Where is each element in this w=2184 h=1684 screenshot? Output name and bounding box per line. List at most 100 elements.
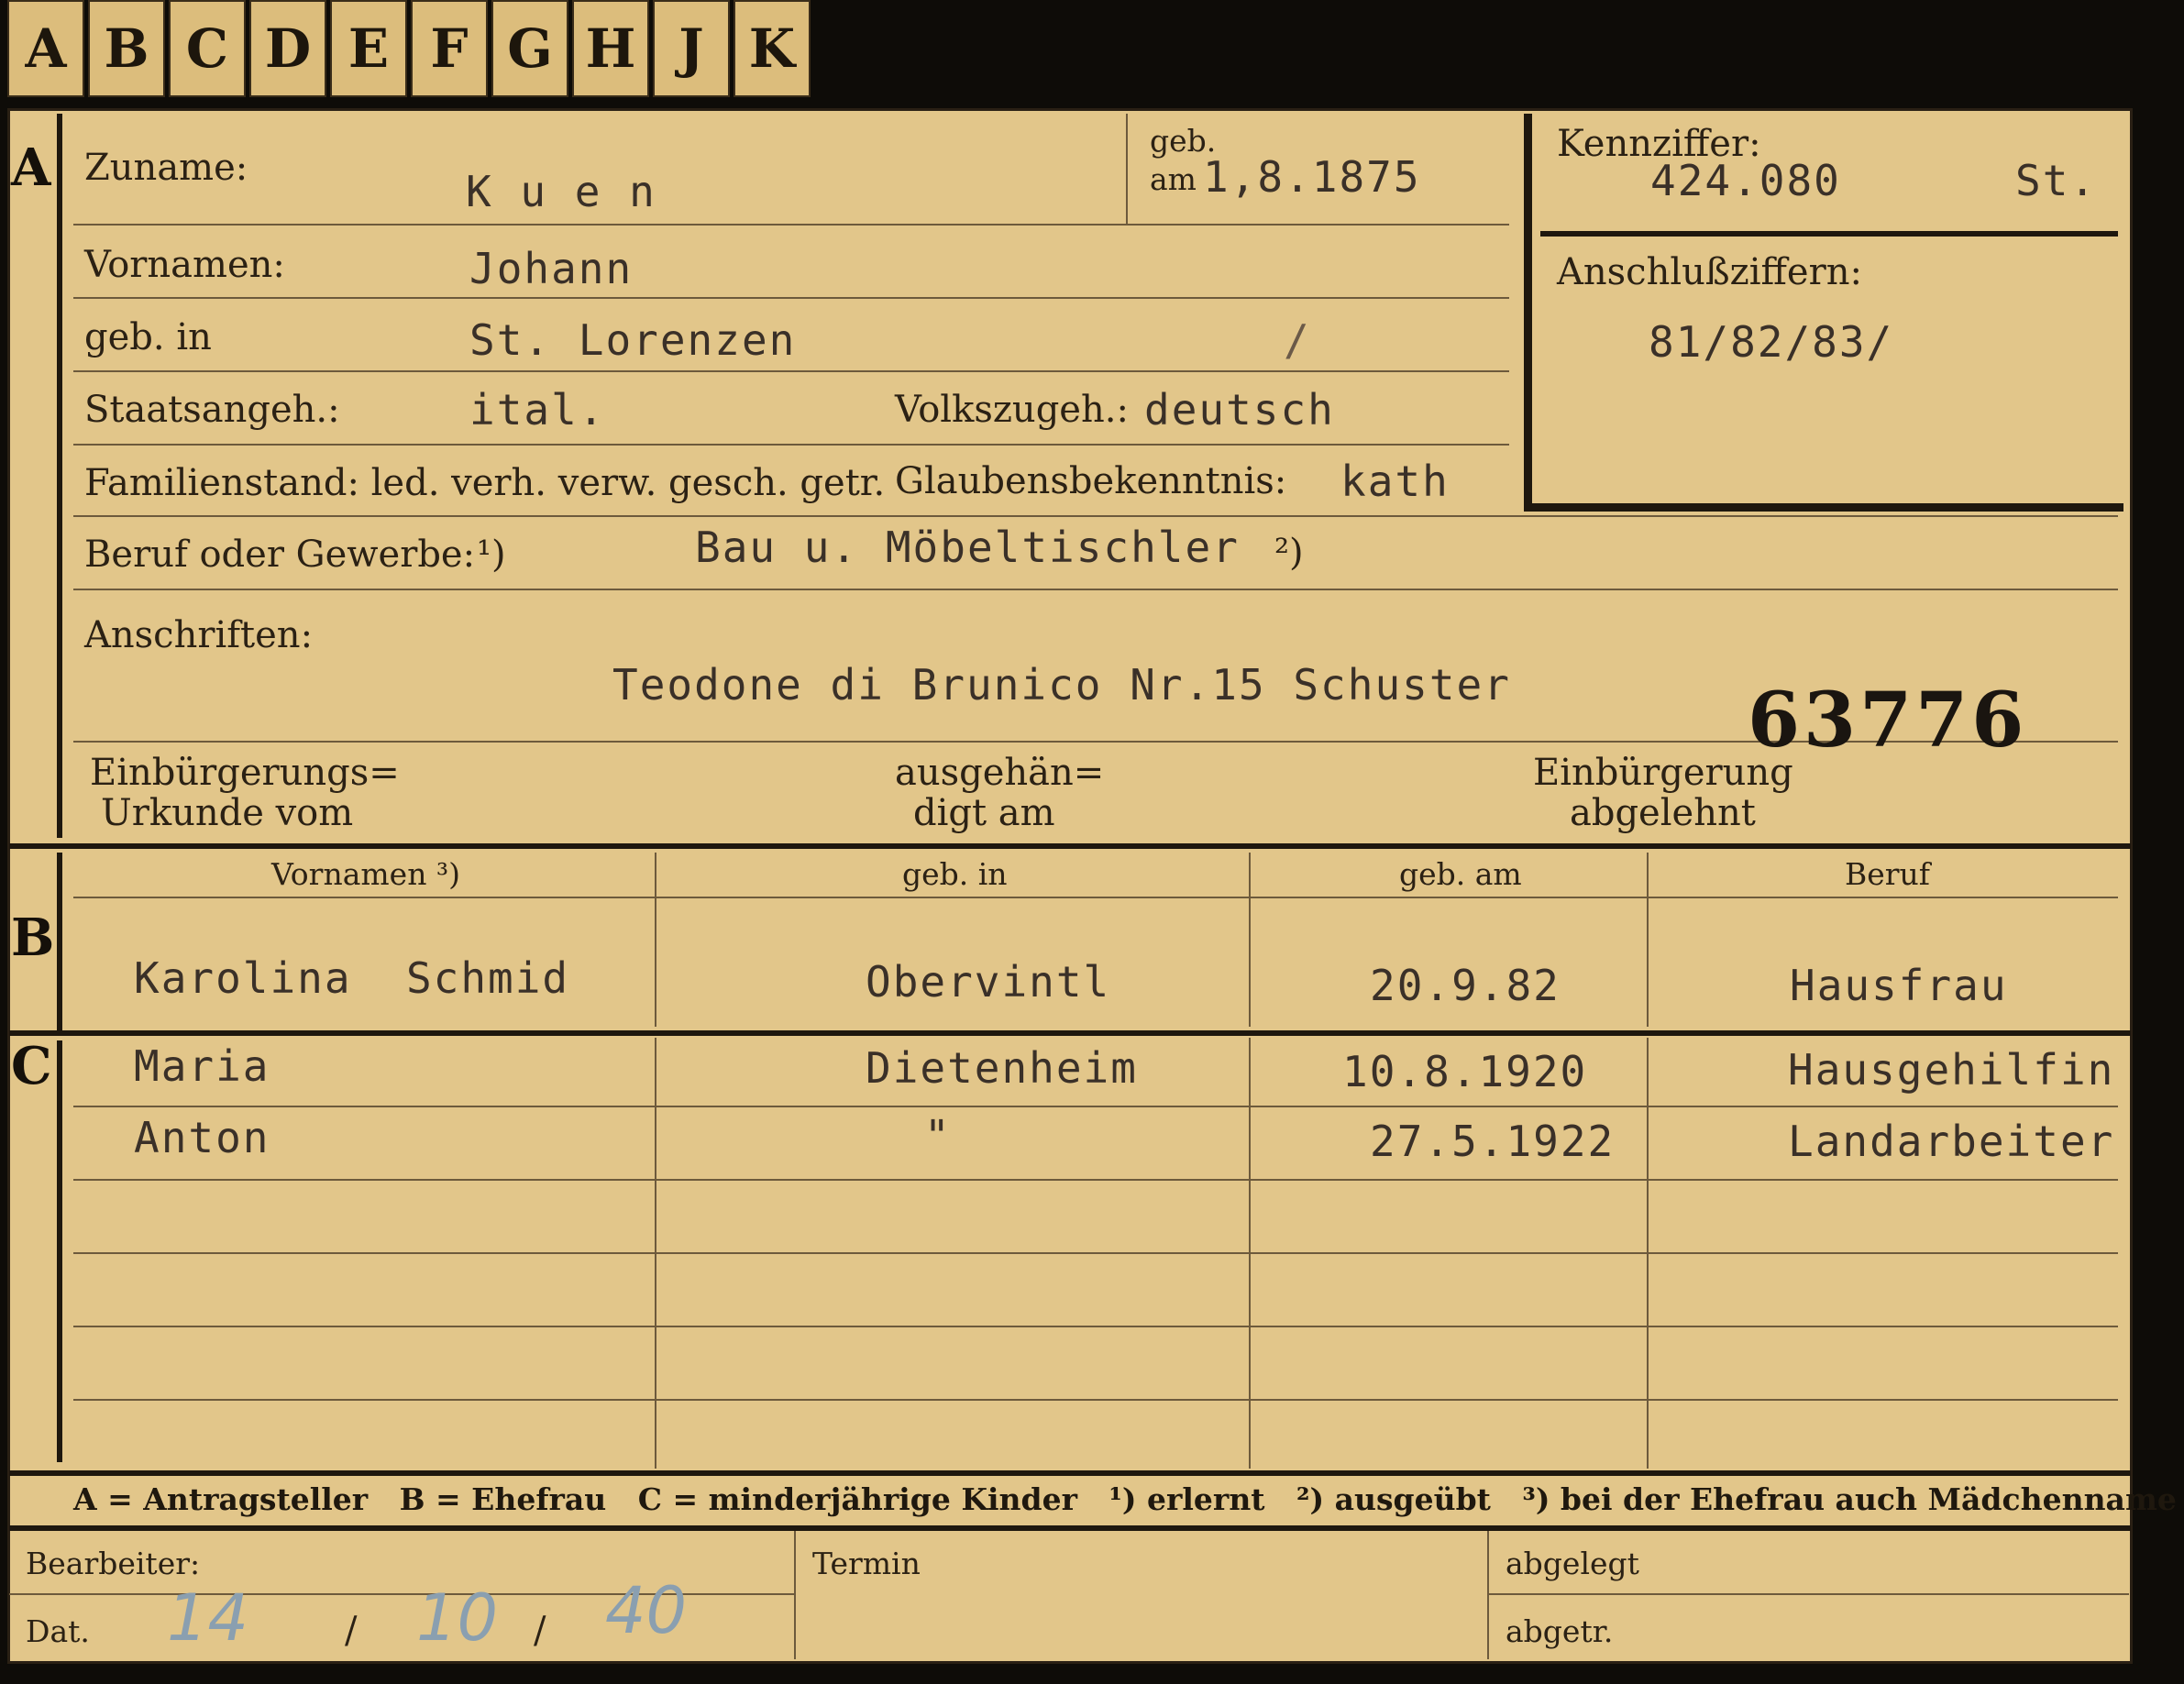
child-1-occupation: Hausgehilfin xyxy=(1788,1045,2115,1095)
citizenship-label: Staatsangeh.: xyxy=(84,389,340,431)
linked-codes-label: Anschlußziffern: xyxy=(1557,251,1862,293)
occupation-note-practised: ²) xyxy=(1274,532,1304,574)
letter-tabs: A B C D E F G H J K xyxy=(7,0,822,103)
child-2-born-in: " xyxy=(924,1111,952,1161)
col-divider xyxy=(1487,1531,1489,1659)
appointment-label: Termin xyxy=(812,1546,921,1581)
legend-bottom-rule xyxy=(9,1525,2131,1531)
tab-g: G xyxy=(491,0,568,97)
date-separator-2: / xyxy=(534,1610,546,1652)
rule xyxy=(73,589,2118,590)
legend-top-rule xyxy=(9,1470,2131,1476)
child-1-name: Maria xyxy=(134,1041,270,1091)
date-day: 14 xyxy=(167,1580,249,1656)
header-given-names: Vornamen ³) xyxy=(271,856,461,892)
rule xyxy=(73,1399,2118,1401)
rule xyxy=(73,224,1509,226)
date-separator-1: / xyxy=(345,1610,358,1652)
spouse-occupation: Hausfrau xyxy=(1790,961,2008,1010)
left-rule xyxy=(57,114,62,838)
rule xyxy=(73,1106,2118,1107)
left-rule-c xyxy=(57,1040,62,1462)
tab-d: D xyxy=(249,0,326,97)
tab-b: B xyxy=(88,0,165,97)
born-in-value: St. Lorenzen xyxy=(469,315,797,365)
ethnicity-value: deutsch xyxy=(1144,385,1335,435)
tab-h: H xyxy=(572,0,649,97)
code-suffix: St. xyxy=(2015,156,2098,205)
rule xyxy=(73,370,1509,372)
clerk-label: Bearbeiter: xyxy=(26,1546,201,1581)
tab-f: F xyxy=(411,0,488,97)
col-divider xyxy=(1647,853,1649,1027)
rule xyxy=(73,515,2118,517)
given-names-value: Johann xyxy=(469,244,634,293)
date-label: Dat. xyxy=(26,1613,90,1649)
rejected-label: Einbürgerung xyxy=(1533,752,1793,794)
religion-value: kath xyxy=(1340,457,1450,506)
col-divider xyxy=(1249,853,1251,1027)
surname-label: Zuname: xyxy=(84,147,248,189)
ethnicity-label: Volkszugeh.: xyxy=(895,389,1129,431)
rule xyxy=(73,897,2118,898)
tab-e: E xyxy=(330,0,407,97)
legend-text: A = Antragsteller B = Ehefrau C = minder… xyxy=(73,1481,2177,1517)
header-occupation: Beruf xyxy=(1845,856,1931,892)
occupation-label: Beruf oder Gewerbe: xyxy=(84,534,476,576)
naturalization-label-2: Urkunde vom xyxy=(101,792,354,834)
rule xyxy=(73,1252,2118,1254)
handed-label-2: digt am xyxy=(913,792,1055,834)
occupation-value: Bau u. Möbeltischler xyxy=(695,523,1240,572)
child-2-born-on: 27.5.1922 xyxy=(1370,1117,1616,1166)
spouse-name: Karolina Schmid xyxy=(134,953,570,1003)
rule xyxy=(1487,1593,2129,1595)
left-rule-b xyxy=(57,853,62,1036)
filed-label: abgelegt xyxy=(1506,1546,1639,1581)
surname-value: K u e n xyxy=(466,167,656,216)
child-2-name: Anton xyxy=(134,1113,270,1162)
child-1-born-in: Dietenheim xyxy=(866,1043,1138,1093)
tab-c: C xyxy=(169,0,246,97)
section-a-marker: A xyxy=(11,138,51,198)
section-b-marker: B xyxy=(11,908,55,968)
marital-status-label: Familienstand: led. verh. verw. gesch. g… xyxy=(84,462,886,504)
tab-j: J xyxy=(653,0,730,97)
date-month: 10 xyxy=(416,1580,499,1656)
naturalization-label: Einbürgerungs= xyxy=(90,752,400,794)
rule xyxy=(1126,114,1128,224)
born-on-value: 1,8.1875 xyxy=(1203,152,1421,202)
handed-label: ausgehän= xyxy=(895,752,1105,794)
child-1-born-on: 10.8.1920 xyxy=(1342,1047,1588,1096)
section-c-marker: C xyxy=(11,1036,52,1096)
col-divider xyxy=(655,853,656,1027)
date-year: 40 xyxy=(605,1573,688,1648)
rule xyxy=(73,297,1509,299)
spouse-born-on: 20.9.82 xyxy=(1370,961,1561,1010)
born-in-label: geb. in xyxy=(84,316,212,358)
tab-a: A xyxy=(7,0,84,97)
given-names-label: Vornamen: xyxy=(84,244,285,286)
col-divider xyxy=(794,1531,796,1659)
rejected-label-2: abgelehnt xyxy=(1570,792,1756,834)
address-value: Teodone di Brunico Nr.15 Schuster xyxy=(612,660,1511,710)
rule xyxy=(73,1179,2118,1181)
address-label: Anschriften: xyxy=(84,614,314,656)
section-b-rule xyxy=(9,843,2131,849)
tab-k: K xyxy=(734,0,811,97)
spouse-born-in: Obervintl xyxy=(866,957,1111,1007)
section-c-rule xyxy=(9,1030,2131,1036)
child-2-occupation: Landarbeiter xyxy=(1788,1117,2115,1166)
born-in-mark: / xyxy=(1284,315,1311,365)
rule xyxy=(1540,231,2118,237)
born-on-label-am: am xyxy=(1150,161,1197,197)
rule xyxy=(73,444,1509,446)
religion-label: Glaubensbekenntnis: xyxy=(895,460,1287,502)
header-born-in: geb. in xyxy=(902,856,1008,892)
removed-label: abgetr. xyxy=(1506,1613,1614,1649)
header-born-on: geb. am xyxy=(1399,856,1522,892)
code-value: 424.080 xyxy=(1650,156,1841,205)
occupation-note-learned: ¹) xyxy=(477,534,506,576)
rule xyxy=(73,1326,2118,1327)
citizenship-value: ital. xyxy=(469,385,606,435)
linked-codes-value: 81/82/83/ xyxy=(1649,317,1894,367)
